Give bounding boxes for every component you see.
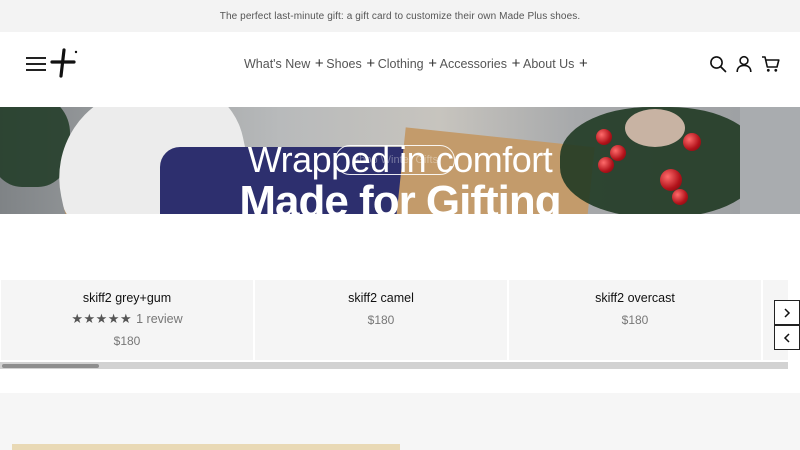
product-carousel: skiff2 grey+gum ★★★★★ 1 review $180 skif… [0, 280, 788, 362]
product-name: skiff2 grey+gum [82, 291, 172, 305]
header-icons [708, 54, 780, 74]
product-name: skiff2 camel [348, 291, 414, 305]
nav-label: About Us [523, 57, 575, 71]
account-icon[interactable] [734, 54, 754, 74]
plus-icon: + [366, 55, 376, 72]
star-rating-icon: ★★★★★ [71, 311, 133, 326]
hero-banner: Shop Winter Gifts Wrapped in comfort Mad… [0, 107, 800, 214]
next-section [0, 393, 800, 450]
cart-icon[interactable] [760, 54, 780, 74]
review-count: 1 review [136, 312, 183, 326]
chevron-left-icon [783, 332, 790, 343]
product-card-skiff2-grey-gum[interactable]: skiff2 grey+gum ★★★★★ 1 review $180 [1, 280, 253, 360]
main-nav: What's New + Shoes + Clothing + Accessor… [244, 56, 590, 72]
product-reviews[interactable]: ★★★★★ 1 review [71, 311, 182, 327]
product-card-skiff2-overcast[interactable]: skiff2 overcast $180 [509, 280, 761, 360]
chevron-right-icon [784, 307, 791, 318]
announcement-bar: The perfect last-minute gift: a gift car… [0, 0, 800, 32]
carousel-next-button[interactable] [774, 300, 800, 325]
nav-label: Accessories [439, 57, 508, 71]
hero-title: Wrapped in comfort [247, 139, 553, 180]
nav-item-about-us[interactable]: About Us + [523, 55, 590, 72]
nav-item-whats-new[interactable]: What's New + [244, 55, 326, 72]
scrollbar-thumb[interactable] [2, 363, 99, 368]
nav-label: Shoes [326, 57, 362, 71]
search-icon[interactable] [708, 54, 728, 74]
nav-label: Clothing [377, 57, 424, 71]
plus-icon: + [428, 55, 437, 72]
carousel-prev-button[interactable] [774, 325, 800, 350]
hamburger-icon[interactable] [26, 56, 46, 72]
product-card-skiff2-camel[interactable]: skiff2 camel $180 [255, 280, 507, 360]
product-price: $180 [367, 313, 395, 327]
plus-icon: + [579, 55, 588, 72]
section-image [12, 444, 400, 450]
site-header: What's New + Shoes + Clothing + Accessor… [0, 32, 800, 107]
carousel-scrollbar[interactable] [0, 362, 788, 369]
nav-item-clothing[interactable]: Clothing + [377, 55, 440, 72]
product-name: skiff2 overcast [595, 291, 675, 305]
product-price: $180 [113, 334, 141, 348]
plus-icon: + [314, 55, 324, 72]
nav-label: What's New [244, 57, 311, 71]
plus-icon: + [511, 55, 521, 72]
plus-logo-icon[interactable] [50, 48, 80, 78]
product-price: $180 [621, 313, 649, 327]
announcement-text: The perfect last-minute gift: a gift car… [219, 10, 581, 22]
nav-item-accessories[interactable]: Accessories + [439, 55, 523, 72]
nav-item-shoes[interactable]: Shoes + [326, 55, 377, 72]
hero-subtitle: Made for Gifting [239, 177, 561, 214]
